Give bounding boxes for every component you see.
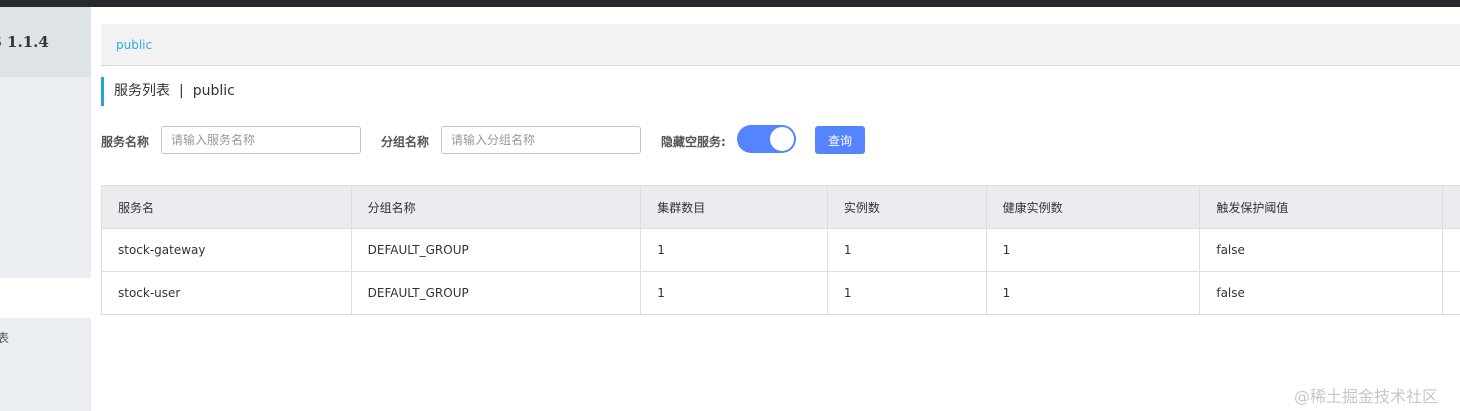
cell-protect-threshold: false — [1199, 271, 1443, 315]
header-healthy-instance-count: 健康实例数 — [985, 185, 1201, 229]
query-button[interactable]: 查询 — [815, 126, 865, 154]
cell-healthy-instance-count: 1 — [985, 271, 1201, 315]
namespace-bar: public — [101, 24, 1460, 66]
group-name-input[interactable] — [441, 126, 641, 154]
page-title-separator: | — [179, 83, 184, 99]
sidebar-item-active[interactable] — [0, 278, 91, 318]
cell-group-name: DEFAULT_GROUP — [350, 228, 642, 272]
header-instance-count: 实例数 — [826, 185, 987, 229]
sidebar: S 1.1.4 表 — [0, 7, 91, 411]
header-service-name: 服务名 — [101, 185, 352, 229]
group-name-label: 分组名称 — [381, 135, 430, 149]
header-protect-threshold: 触发保护阈值 — [1199, 185, 1443, 229]
table-header-row: 服务名 分组名称 集群数目 实例数 健康实例数 触发保护阈值 — [101, 185, 1460, 229]
table-row: stock-user DEFAULT_GROUP 1 1 1 false — [101, 271, 1460, 315]
cell-group-name: DEFAULT_GROUP — [350, 271, 642, 315]
table-row: stock-gateway DEFAULT_GROUP 1 1 1 false — [101, 228, 1460, 272]
page-title-text: 服务列表 — [114, 83, 170, 99]
namespace-link-public[interactable]: public — [116, 38, 152, 52]
brand-logo: S 1.1.4 — [0, 7, 91, 77]
header-cluster-count: 集群数目 — [640, 185, 828, 229]
toggle-knob — [770, 127, 794, 151]
sidebar-item-label[interactable]: 表 — [0, 329, 9, 346]
cell-healthy-instance-count: 1 — [985, 228, 1201, 272]
cell-service-name: stock-gateway — [101, 228, 352, 272]
header-group-name: 分组名称 — [350, 185, 642, 229]
cell-cluster-count: 1 — [640, 271, 828, 315]
hide-empty-label: 隐藏空服务: — [661, 135, 726, 149]
cell-instance-count: 1 — [826, 271, 987, 315]
cell-protect-threshold: false — [1199, 228, 1443, 272]
page-title: 服务列表 | public — [101, 77, 235, 106]
hide-empty-toggle[interactable] — [737, 125, 796, 153]
brand-version: S 1.1.4 — [0, 33, 49, 51]
watermark: @稀土掘金技术社区 — [1294, 387, 1439, 406]
cell-operations[interactable] — [1441, 271, 1460, 315]
service-name-label: 服务名称 — [101, 135, 150, 149]
top-bar — [0, 0, 1460, 7]
service-table: 服务名 分组名称 集群数目 实例数 健康实例数 触发保护阈值 stock-gat… — [101, 185, 1460, 315]
page-title-namespace: public — [192, 83, 235, 99]
cell-instance-count: 1 — [826, 228, 987, 272]
cell-service-name: stock-user — [101, 271, 352, 315]
service-name-input[interactable] — [161, 126, 361, 154]
cell-operations[interactable] — [1441, 228, 1460, 272]
cell-cluster-count: 1 — [640, 228, 828, 272]
header-operations — [1441, 185, 1460, 229]
